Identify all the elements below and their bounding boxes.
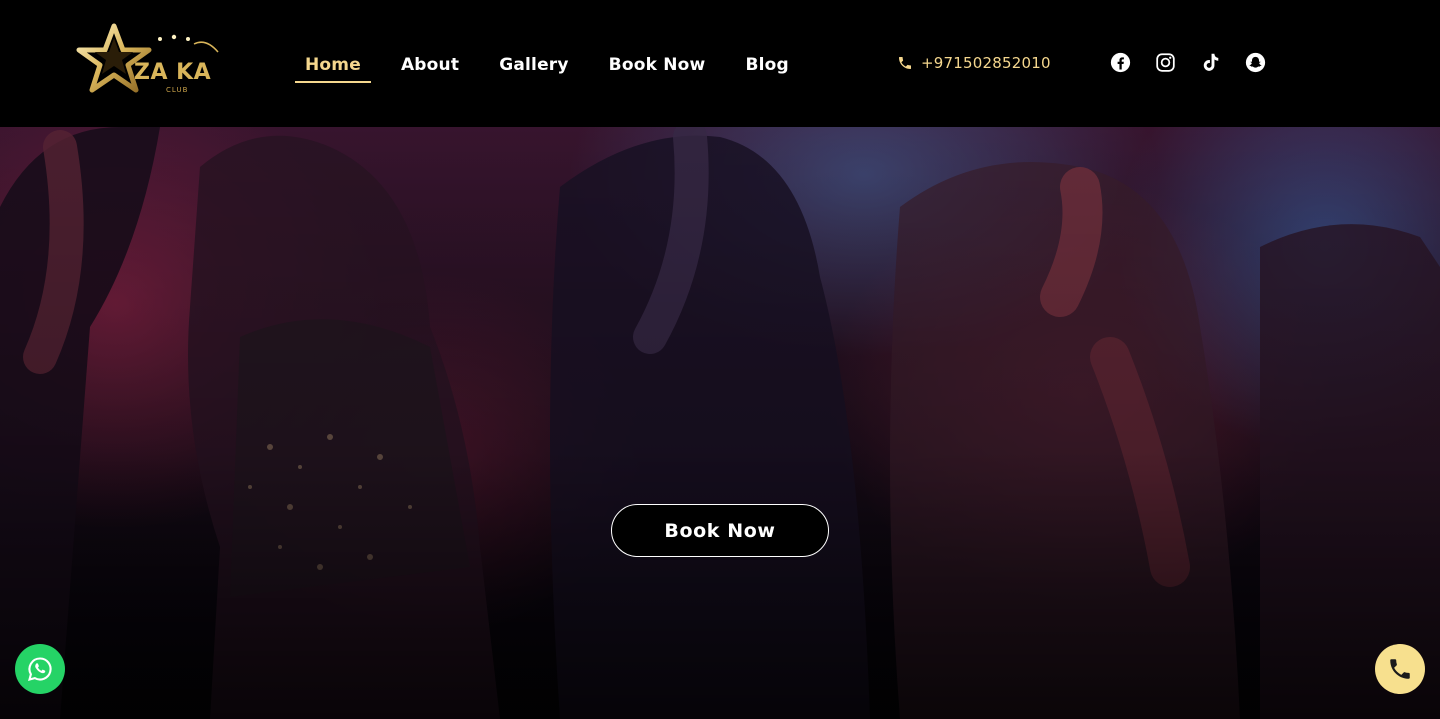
call-button[interactable] bbox=[1375, 644, 1425, 694]
instagram-icon[interactable] bbox=[1153, 50, 1177, 74]
phone-icon bbox=[897, 55, 913, 71]
snapchat-icon[interactable] bbox=[1243, 50, 1267, 74]
nav-item-blog[interactable]: Blog bbox=[735, 48, 798, 82]
hero-book-now-label: Book Now bbox=[664, 519, 776, 542]
hero-book-now-button[interactable]: Book Now bbox=[611, 504, 829, 557]
logo-wordmark: ZA KA bbox=[134, 60, 212, 85]
nav-item-book-now[interactable]: Book Now bbox=[599, 48, 716, 82]
nav-item-home[interactable]: Home bbox=[295, 48, 371, 83]
nav-item-label: Home bbox=[305, 55, 361, 75]
phone-number: +971502852010 bbox=[921, 54, 1051, 72]
nav-item-label: About bbox=[400, 55, 460, 75]
logo-subtitle: CLUB bbox=[166, 86, 189, 94]
tiktok-icon[interactable] bbox=[1198, 50, 1222, 74]
nav-item-gallery[interactable]: Gallery bbox=[489, 48, 578, 82]
nav-item-about[interactable]: About bbox=[391, 48, 469, 82]
whatsapp-icon bbox=[28, 657, 52, 681]
nav-item-label: Blog bbox=[745, 55, 789, 75]
hero-section bbox=[0, 127, 1440, 719]
site-header: ZA KA CLUB Home About Gallery Book Now B… bbox=[0, 0, 1440, 127]
nav-item-label: Book Now bbox=[608, 55, 706, 75]
social-links bbox=[1108, 50, 1288, 74]
facebook-icon[interactable] bbox=[1108, 50, 1132, 74]
nav-item-label: Gallery bbox=[499, 55, 569, 75]
whatsapp-button[interactable] bbox=[15, 644, 65, 694]
brand-logo[interactable]: ZA KA CLUB bbox=[76, 22, 226, 98]
phone-icon bbox=[1390, 659, 1410, 679]
hero-overlay bbox=[0, 127, 1440, 719]
header-phone-link[interactable]: +971502852010 bbox=[897, 52, 1051, 74]
main-nav: Home About Gallery Book Now Blog bbox=[295, 48, 819, 84]
